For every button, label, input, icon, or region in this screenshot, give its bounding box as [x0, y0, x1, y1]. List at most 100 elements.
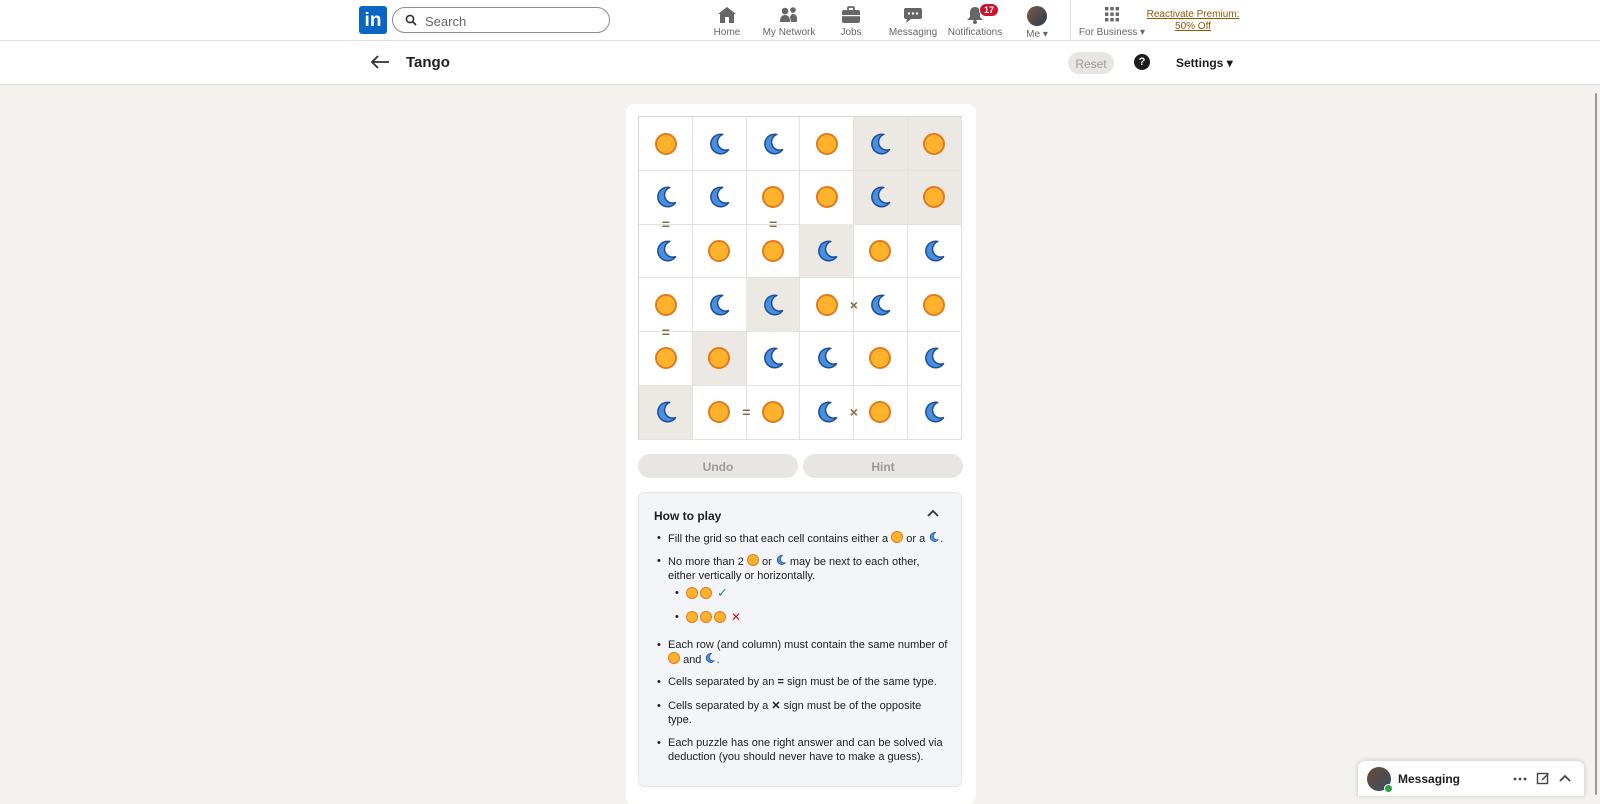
grid-cell[interactable] — [907, 117, 962, 171]
sun-icon — [815, 293, 838, 316]
how-to-play-title: How to play — [654, 509, 722, 523]
grid-cell[interactable] — [907, 170, 962, 225]
chevron-up-icon[interactable] — [926, 508, 940, 518]
reset-button[interactable]: Reset — [1068, 52, 1114, 74]
undo-button[interactable]: Undo — [638, 454, 798, 478]
premium-line2: 50% Off — [1175, 21, 1211, 32]
chevron-down-icon: ▾ — [1226, 56, 1233, 70]
back-arrow-icon[interactable] — [370, 54, 390, 70]
search-icon — [405, 14, 417, 26]
moon-icon — [710, 294, 730, 316]
sun-icon — [815, 186, 838, 209]
grid-cell[interactable] — [853, 331, 908, 386]
grid-cell[interactable] — [853, 278, 908, 333]
example-valid: ✓ — [675, 585, 728, 601]
grid-cell[interactable] — [639, 117, 693, 171]
rule-one-answer: Each puzzle has one right answer and can… — [657, 736, 950, 764]
grid-cell[interactable] — [907, 278, 962, 333]
home-icon — [718, 7, 736, 23]
chevron-down-icon: ▾ — [1042, 29, 1048, 40]
compose-icon[interactable] — [1536, 771, 1550, 785]
nav-me-label: Me — [1026, 29, 1041, 40]
settings-dropdown[interactable]: Settings ▾ — [1176, 56, 1233, 70]
rule-cross-sign: Cells separated by a ✕ sign must be of t… — [657, 699, 950, 727]
messaging-bar[interactable]: Messaging — [1357, 760, 1585, 796]
cross-icon: ✕ — [771, 700, 781, 712]
sun-icon — [815, 132, 838, 155]
grid-cell[interactable] — [692, 117, 747, 171]
grid-cell[interactable] — [853, 117, 908, 171]
more-options-icon[interactable] — [1513, 774, 1527, 784]
grid-cell[interactable] — [800, 224, 855, 279]
grid-cell[interactable] — [639, 331, 693, 386]
search-box[interactable] — [392, 7, 610, 33]
grid-cell[interactable] — [746, 278, 801, 333]
linkedin-logo-icon[interactable]: in — [359, 6, 387, 34]
grid-cell[interactable] — [639, 224, 693, 279]
messaging-label: Messaging — [1398, 772, 1461, 786]
moon-icon — [656, 240, 676, 262]
sun-icon — [869, 401, 892, 423]
help-icon[interactable]: ? — [1134, 54, 1150, 70]
grid-cell[interactable] — [907, 385, 962, 440]
nav-divider — [1070, 0, 1071, 40]
grid-cell[interactable] — [746, 331, 801, 386]
grid-cell[interactable] — [692, 278, 747, 333]
sun-icon — [761, 401, 784, 423]
grid-cell[interactable] — [639, 385, 693, 440]
page-scrollbar[interactable] — [1595, 93, 1597, 795]
grid-cell[interactable] — [800, 117, 855, 171]
sun-icon — [923, 293, 945, 316]
top-navigation: in Home My Network Jobs Messaging 17 Not… — [0, 0, 1600, 41]
example-invalid: ✕ — [675, 609, 741, 625]
nav-me[interactable]: Me ▾ — [999, 4, 1075, 40]
nav-for-business[interactable]: For Business ▾ — [1072, 4, 1152, 38]
grid-cell[interactable] — [907, 331, 962, 386]
rule-fill-grid: Fill the grid so that each cell contains… — [657, 531, 950, 546]
moon-icon — [710, 186, 730, 208]
moon-icon — [817, 401, 837, 423]
grid-cell[interactable] — [853, 170, 908, 225]
equals-icon: = — [777, 676, 784, 688]
sun-icon — [761, 186, 784, 209]
moon-icon — [817, 240, 837, 262]
sun-icon — [891, 531, 904, 543]
grid-icon — [1105, 7, 1119, 22]
search-input[interactable] — [423, 11, 602, 31]
grid-cell[interactable] — [853, 224, 908, 279]
sun-icon — [708, 347, 731, 370]
sun-icon — [700, 587, 712, 599]
moon-icon — [925, 347, 945, 369]
grid-cell[interactable] — [692, 331, 747, 386]
grid-cell[interactable] — [692, 170, 747, 225]
moon-icon — [871, 132, 891, 154]
moon-icon — [656, 186, 676, 208]
grid-cell[interactable] — [692, 224, 747, 279]
sun-icon — [761, 239, 784, 262]
chevron-up-icon[interactable] — [1558, 773, 1572, 783]
sun-icon — [746, 554, 759, 566]
equals-constraint-icon: = — [769, 216, 778, 233]
reactivate-premium-link[interactable]: Reactivate Premium: 50% Off — [1145, 9, 1241, 33]
sun-icon — [668, 652, 680, 664]
rule-equal-count: Each row (and column) must contain the s… — [657, 638, 950, 667]
moon-icon — [763, 132, 784, 154]
grid-cell[interactable] — [746, 224, 801, 279]
online-status-icon — [1384, 784, 1393, 793]
premium-line1: Reactivate Premium: — [1146, 9, 1240, 20]
sun-icon — [869, 347, 892, 370]
grid-cell[interactable] — [746, 385, 801, 440]
grid-cell[interactable] — [800, 170, 855, 225]
equals-constraint-icon: = — [661, 323, 670, 340]
grid-cell[interactable] — [746, 117, 801, 171]
settings-label: Settings — [1176, 56, 1224, 70]
grid-cell[interactable] — [853, 385, 908, 440]
cross-constraint-icon: × — [849, 296, 858, 313]
grid-cell[interactable] — [800, 331, 855, 386]
page-title: Tango — [406, 54, 450, 71]
hint-button[interactable]: Hint — [803, 454, 963, 478]
moon-icon — [871, 294, 891, 316]
grid-cell[interactable] — [907, 224, 962, 279]
moon-icon — [710, 132, 730, 154]
equals-constraint-icon: = — [661, 216, 670, 233]
